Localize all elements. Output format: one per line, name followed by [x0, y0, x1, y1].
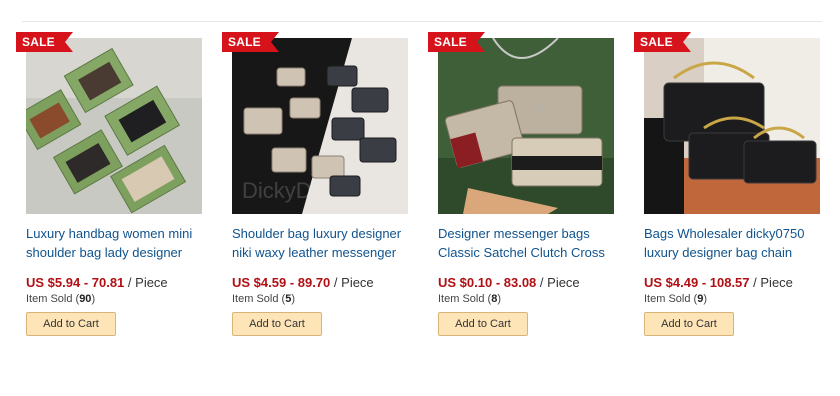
item-sold: Item Sold (8): [438, 293, 501, 305]
price-range: US $5.94 - 70.81: [26, 275, 125, 290]
product-grid: SALE Luxury handbag women mini shoulder …: [16, 30, 822, 350]
sale-badge: SALE: [16, 32, 73, 52]
sale-badge: SALE: [222, 32, 279, 52]
price: US $0.10 - 83.08 / Piece: [438, 275, 580, 290]
product-title-link[interactable]: Shoulder bag luxury designer niki waxy l…: [232, 224, 418, 262]
price-unit: / Piece: [333, 275, 374, 290]
watermark-text: DickyD: [242, 178, 312, 203]
price: US $4.49 - 108.57 / Piece: [644, 275, 793, 290]
price-unit: / Piece: [127, 275, 168, 290]
add-to-cart-button[interactable]: Add to Cart: [26, 312, 116, 336]
product-image[interactable]: DickyD: [232, 38, 408, 214]
product-title-link[interactable]: Bags Wholesaler dicky0750 luxury designe…: [644, 224, 830, 262]
add-to-cart-button[interactable]: Add to Cart: [232, 312, 322, 336]
top-divider: [22, 21, 822, 22]
item-sold: Item Sold (9): [644, 293, 707, 305]
add-to-cart-button[interactable]: Add to Cart: [644, 312, 734, 336]
add-to-cart-button[interactable]: Add to Cart: [438, 312, 528, 336]
item-sold-label: Item Sold (: [438, 293, 492, 305]
product-title-link[interactable]: Luxury handbag women mini shoulder bag l…: [26, 224, 212, 262]
item-sold-count: 90: [79, 293, 92, 305]
price-range: US $0.10 - 83.08: [438, 275, 537, 290]
price-range: US $4.59 - 89.70: [232, 275, 331, 290]
product-image[interactable]: [438, 38, 614, 214]
product-image[interactable]: [644, 38, 820, 214]
product-image[interactable]: [26, 38, 202, 214]
item-sold-suffix: ): [497, 293, 501, 305]
item-sold: Item Sold (5): [232, 293, 295, 305]
item-sold-suffix: ): [291, 293, 295, 305]
item-sold-label: Item Sold (: [232, 293, 286, 305]
price-range: US $4.49 - 108.57: [644, 275, 750, 290]
item-sold-label: Item Sold (: [644, 293, 698, 305]
price: US $4.59 - 89.70 / Piece: [232, 275, 374, 290]
sale-badge: SALE: [428, 32, 485, 52]
price: US $5.94 - 70.81 / Piece: [26, 275, 168, 290]
item-sold-suffix: ): [91, 293, 96, 305]
sale-badge: SALE: [634, 32, 691, 52]
item-sold-label: Item Sold (: [26, 293, 80, 305]
price-unit: / Piece: [539, 275, 580, 290]
product-title-link[interactable]: Designer messenger bags Classic Satchel …: [438, 224, 624, 262]
item-sold-suffix: ): [703, 293, 707, 305]
item-sold: Item Sold (90): [26, 293, 95, 305]
price-unit: / Piece: [753, 275, 793, 290]
